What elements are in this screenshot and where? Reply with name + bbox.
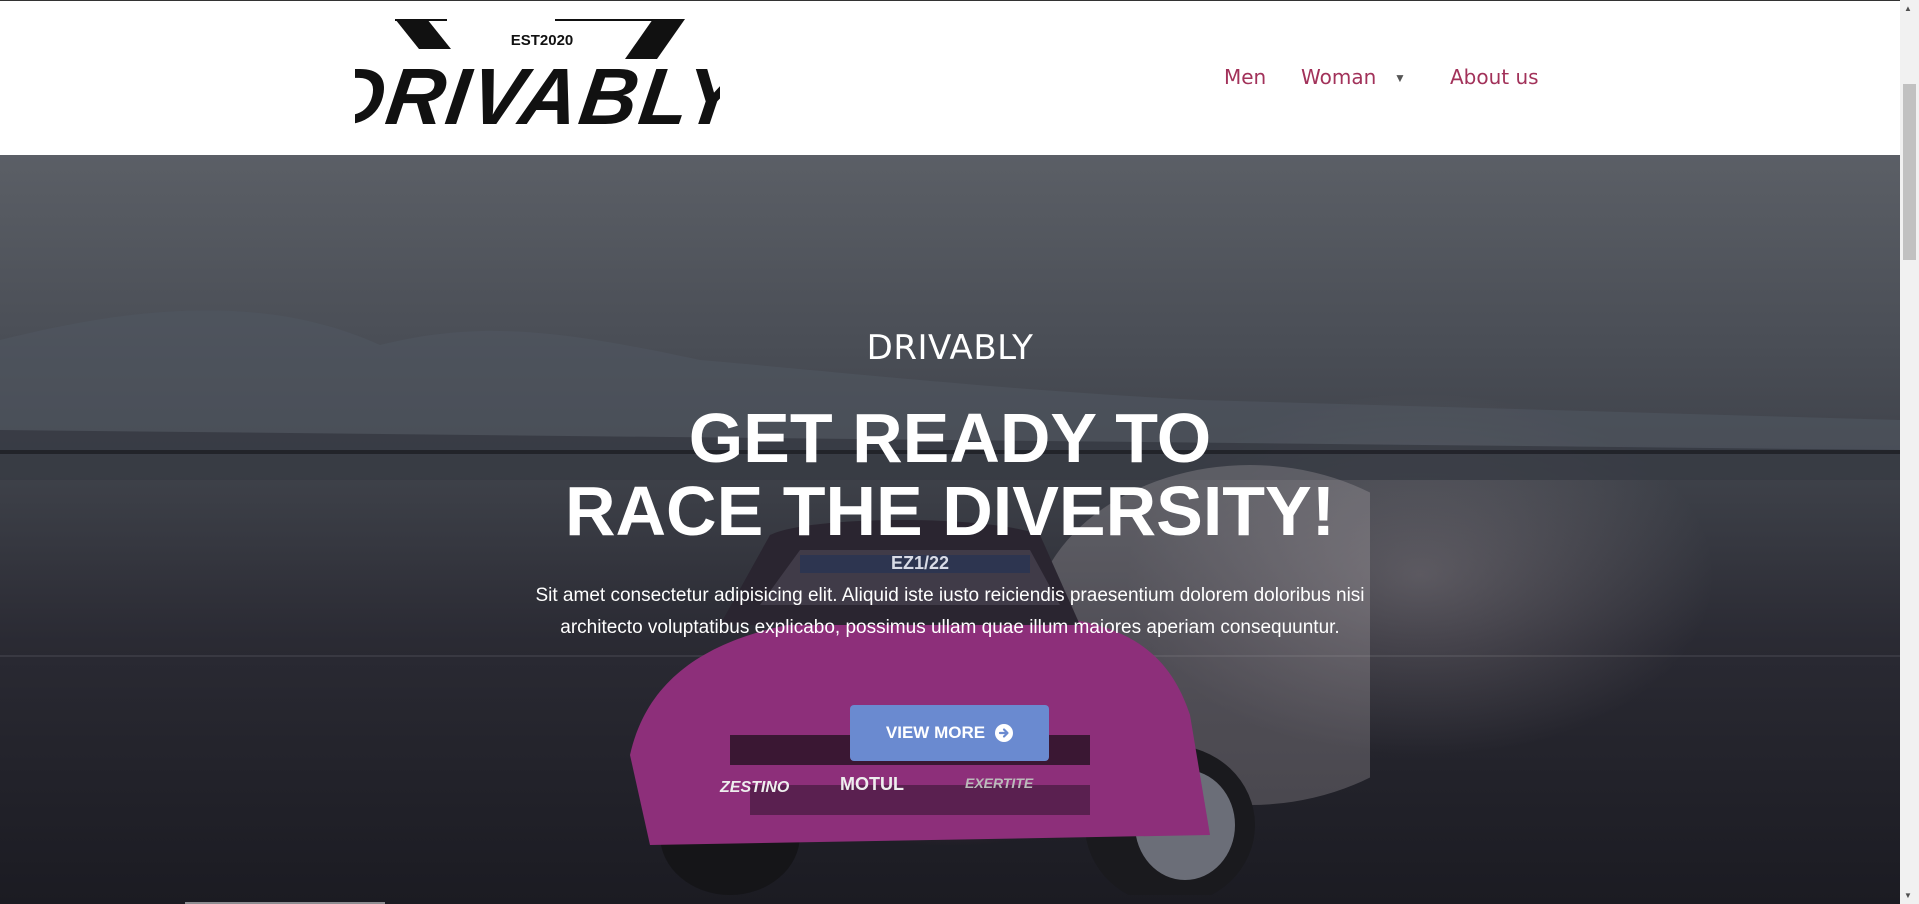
scroll-down-arrow-icon[interactable]: ▼ — [1904, 891, 1912, 900]
hero-headline-line-1: GET READY TO — [688, 399, 1212, 477]
logo-wordmark: DRIVABLY — [355, 52, 720, 131]
hero-description-line-2: architecto voluptatibus explicabo, possi… — [560, 617, 1340, 638]
arrow-circle-right-icon — [995, 724, 1014, 742]
hero-headline-line-2: RACE THE DIVERSITY! — [564, 472, 1336, 550]
nav-link-about-us[interactable]: About us — [1450, 65, 1539, 89]
site-header: EST2020 DRIVABLY Men Woman ▼ About us — [0, 1, 1900, 155]
logo-tagline: EST2020 — [511, 32, 574, 49]
hero-description: Sit amet consectetur adipisicing elit. A… — [500, 580, 1400, 644]
hero-eyebrow: DRIVABLY — [866, 328, 1034, 368]
nav-link-woman[interactable]: Woman — [1301, 65, 1376, 89]
drivably-logo-icon: EST2020 DRIVABLY — [321, 19, 751, 142]
hero-section: EZ1/22 ZESTINO MOTUL EXERTITE DRIVABLY G… — [0, 155, 1900, 904]
view-more-button[interactable]: VIEW MORE — [850, 705, 1049, 761]
hero-content: DRIVABLY GET READY TO RACE THE DIVERSITY… — [0, 155, 1900, 904]
hero-description-line-1: Sit amet consectetur adipisicing elit. A… — [535, 585, 1365, 606]
nav-link-men[interactable]: Men — [1224, 65, 1266, 89]
scrollbar-thumb[interactable] — [1903, 84, 1916, 260]
scroll-up-arrow-icon[interactable]: ▲ — [1904, 4, 1912, 13]
site-logo[interactable]: EST2020 DRIVABLY — [321, 19, 751, 142]
hero-headline: GET READY TO RACE THE DIVERSITY! — [0, 402, 1900, 548]
page-scrollbar[interactable]: ▲ ▼ — [1900, 0, 1919, 904]
view-more-label: VIEW MORE — [885, 723, 986, 742]
triangle-down-icon[interactable]: ▼ — [1394, 71, 1406, 85]
